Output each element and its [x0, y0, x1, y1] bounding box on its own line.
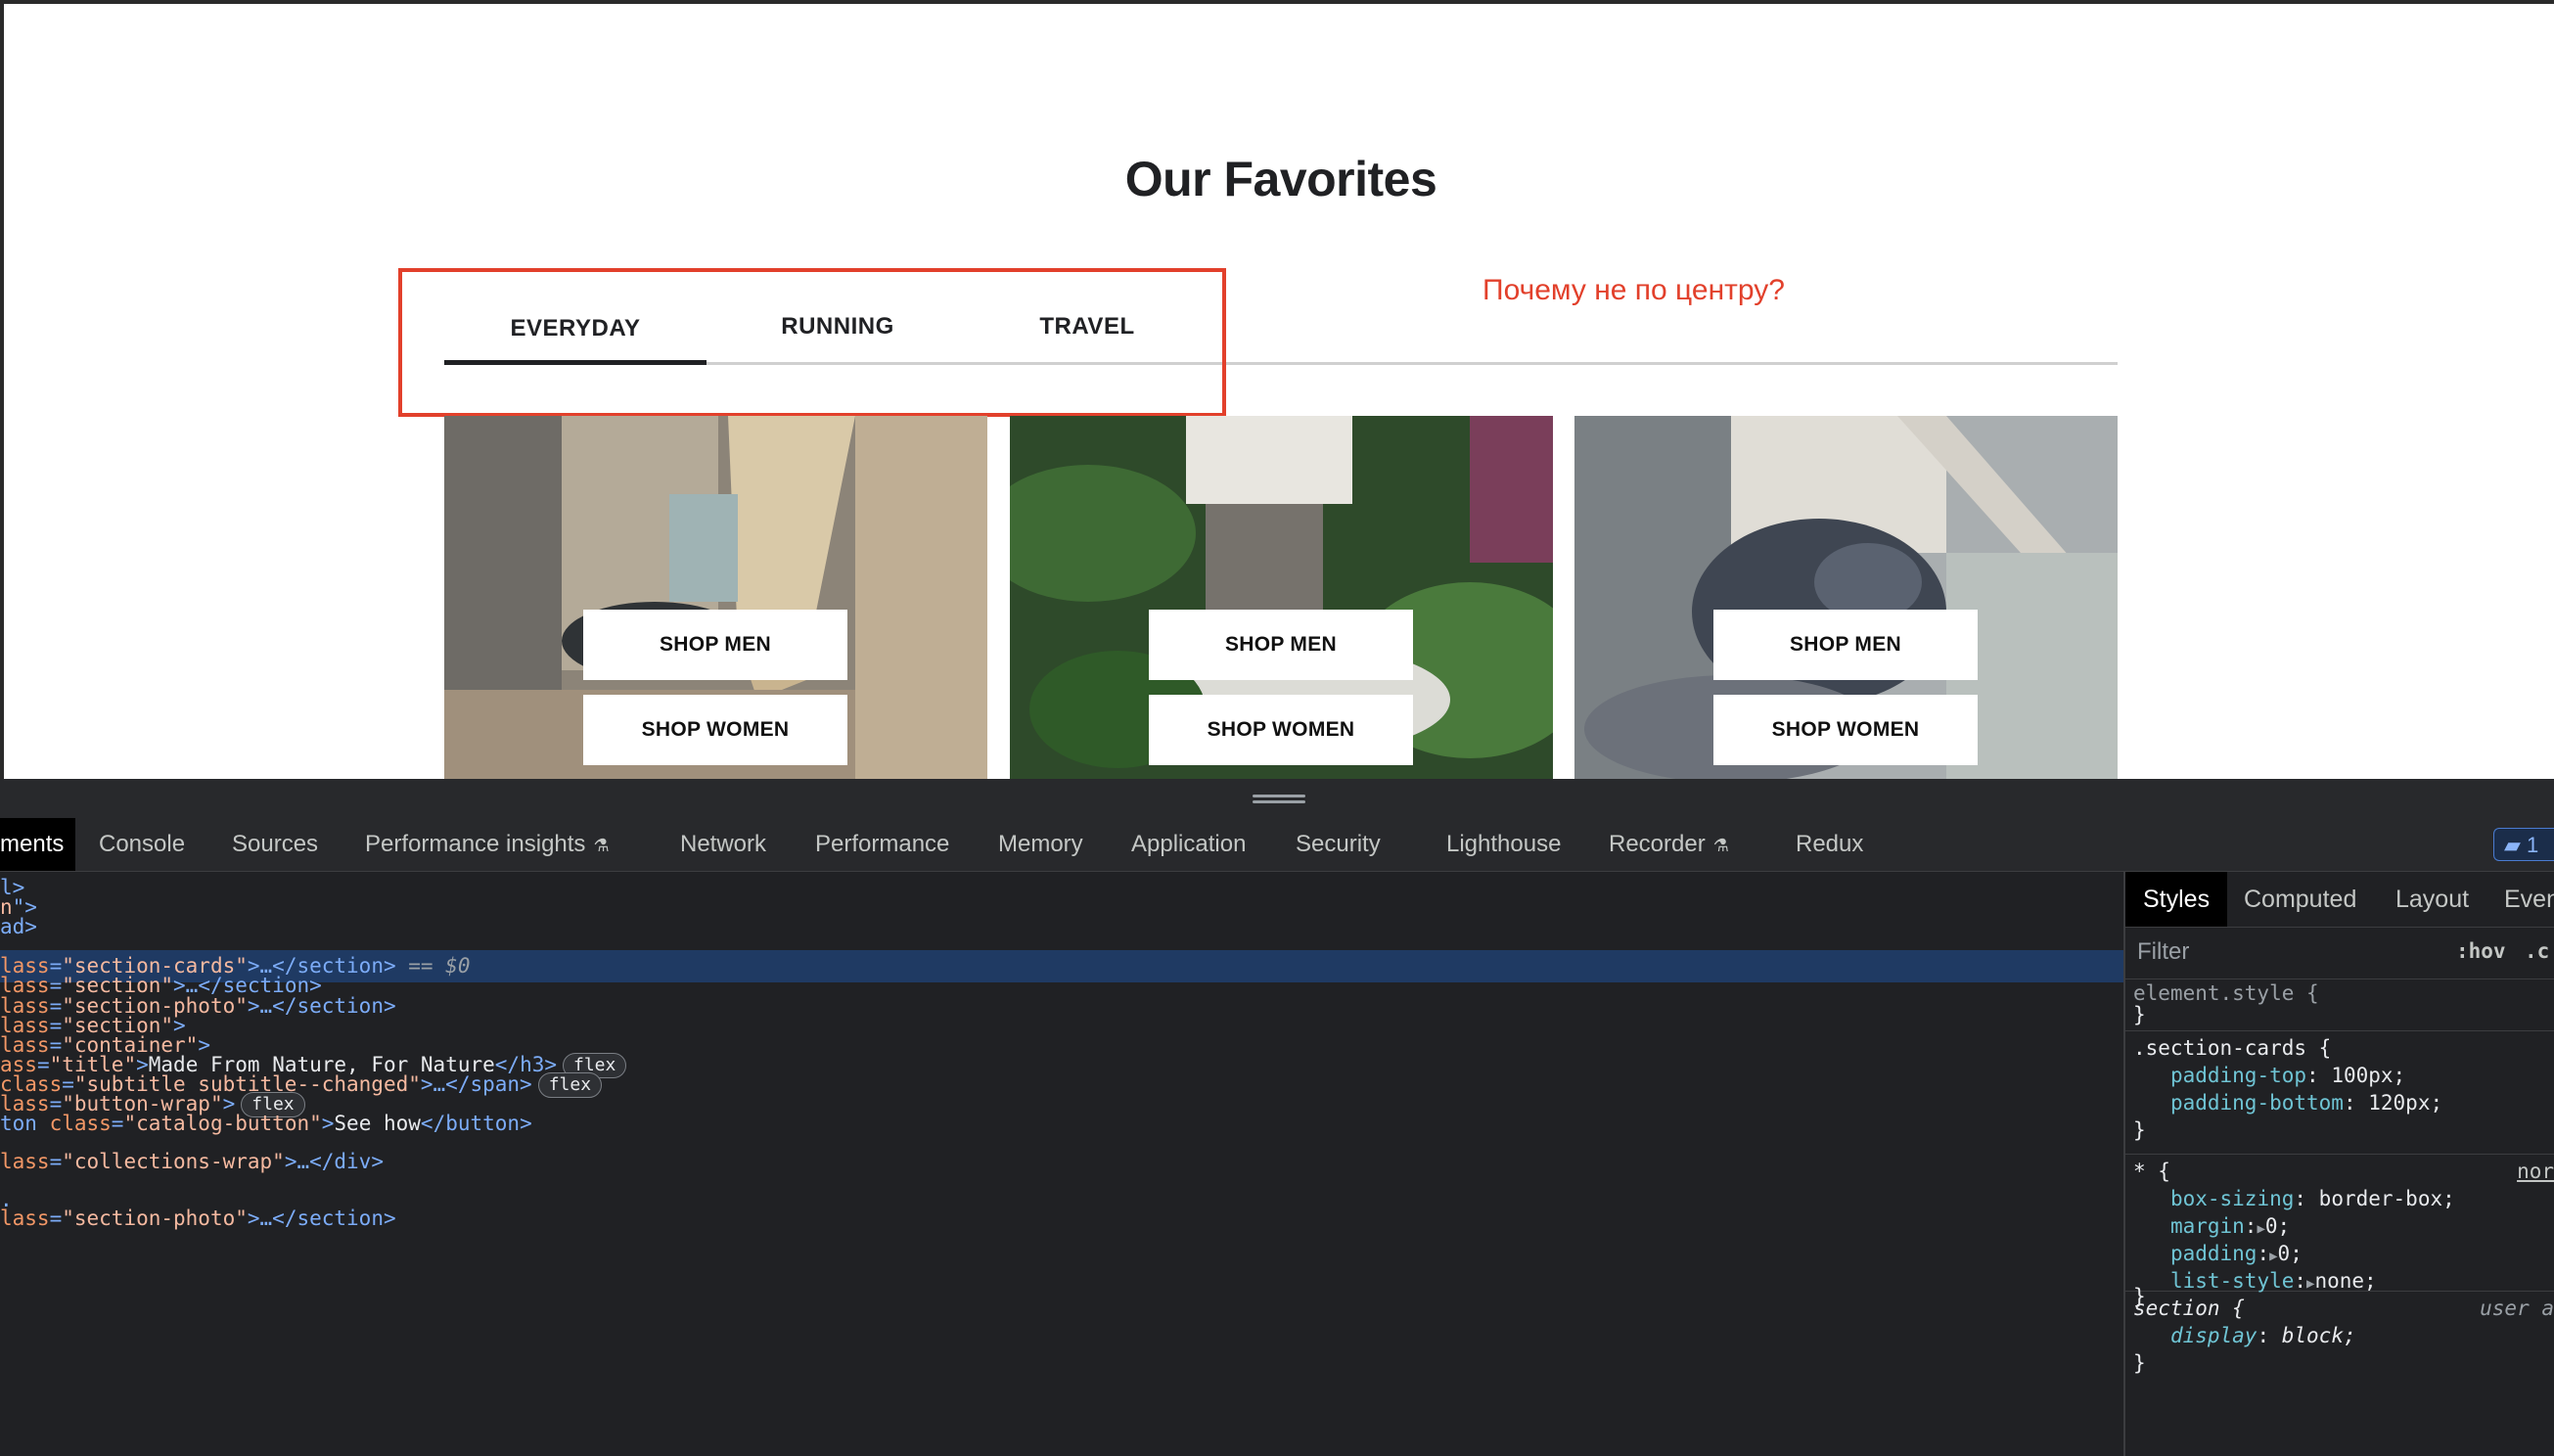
css-value[interactable]: border-box; [2319, 1187, 2455, 1210]
rule-close: } [2133, 1118, 2146, 1142]
annotation-highlight-box [398, 268, 1226, 417]
page-viewport: Our Favorites EVERYDAY RUNNING TRAVEL По… [0, 0, 2554, 779]
css-property[interactable]: box-sizing [2170, 1187, 2294, 1210]
shop-women-button[interactable]: SHOP WOMEN [1149, 695, 1413, 765]
css-value[interactable]: 0; [2278, 1242, 2303, 1265]
message-icon: ▰ [2504, 833, 2521, 857]
shop-men-button[interactable]: SHOP MEN [1713, 610, 1978, 680]
css-value: block; [2281, 1324, 2356, 1347]
page-title: Our Favorites [1124, 152, 1437, 206]
tab-security[interactable]: Security [1296, 818, 1381, 871]
css-value[interactable]: none; [2314, 1269, 2376, 1293]
dom-text: See how [334, 1112, 421, 1135]
dom-attr-name: lass [0, 1150, 50, 1173]
dom-tag: ton [0, 1112, 50, 1135]
dom-tag: >…</div> [284, 1150, 384, 1173]
styles-tabbar: Styles Computed Layout Even [2125, 872, 2554, 928]
issues-count: 1 [2527, 833, 2539, 857]
rule-selector[interactable]: * { [2133, 1160, 2170, 1183]
issues-badge[interactable]: ▰ 1 [2493, 828, 2554, 861]
tab-recorder[interactable]: Recorder ⚗ [1609, 818, 1729, 871]
tab-performance[interactable]: Performance [815, 818, 949, 871]
dom-attr-value: "collections-wrap" [62, 1150, 285, 1173]
tab-event-listeners[interactable]: Even [2504, 872, 2554, 927]
tab-layout[interactable]: Layout [2395, 872, 2469, 927]
css-property[interactable]: margin [2170, 1214, 2245, 1238]
rule-close: } [2133, 1351, 2146, 1375]
rule-close: } [2133, 1003, 2146, 1026]
product-card: SHOP MEN SHOP WOMEN [1574, 416, 2118, 779]
css-value[interactable]: 100px; [2331, 1064, 2405, 1087]
product-card: SHOP MEN SHOP WOMEN [1010, 416, 1553, 779]
css-property[interactable]: padding-bottom [2170, 1091, 2344, 1115]
tab-network[interactable]: Network [680, 818, 766, 871]
rule-selector: element.style { [2133, 981, 2319, 1005]
drag-handle-icon[interactable] [1253, 795, 1305, 804]
hov-toggle[interactable]: :hov [2456, 939, 2506, 963]
rule-source-link[interactable]: nor [2517, 1158, 2554, 1185]
rule-section-cards: .section-cards { padding-top: 100px; pad… [2125, 1034, 2554, 1155]
experiment-flask-icon: ⚗ [1712, 836, 1729, 855]
css-value[interactable]: 0; [2265, 1214, 2290, 1238]
rule-selector[interactable]: .section-cards { [2133, 1036, 2331, 1060]
dom-node[interactable]: lass="section-photo">…</section> [0, 1203, 2123, 1235]
tab-label: Performance insights [365, 831, 586, 857]
rule-element-style: element.style { } [2125, 979, 2554, 1031]
dom-attr-name: lass [0, 1206, 50, 1230]
dom-attr-value: "section-photo" [62, 1206, 248, 1230]
expand-triangle-icon[interactable]: ▶ [2257, 1221, 2264, 1237]
shop-women-button[interactable]: SHOP WOMEN [583, 695, 847, 765]
rule-section-ua: user a section { display: block; } [2133, 1297, 2554, 1375]
styles-pane: Styles Computed Layout Even :hov .c elem… [2125, 872, 2554, 1456]
tab-console[interactable]: Console [99, 818, 185, 871]
css-property[interactable]: padding [2170, 1242, 2258, 1265]
tab-label: Recorder [1609, 831, 1706, 857]
css-value[interactable]: 120px; [2368, 1091, 2442, 1115]
styles-filter-row: :hov .c [2125, 928, 2554, 979]
tab-sources[interactable]: Sources [232, 818, 318, 871]
dom-tag: </button> [420, 1112, 532, 1135]
rule-universal: nor * { box-sizing: border-box; margin:▶… [2125, 1158, 2554, 1308]
dom-tree: l> n"> ad> lass="section-cards">…</secti… [0, 872, 2123, 1456]
devtools-tabbar: ments Console Sources Performance insigh… [0, 818, 2554, 872]
dom-node[interactable]: lass="collections-wrap">…</div> [0, 1146, 2123, 1178]
dom-node[interactable]: ton class="catalog-button">See how</butt… [0, 1108, 2123, 1140]
dom-attr-value: "catalog-button" [123, 1112, 322, 1135]
shop-women-button[interactable]: SHOP WOMEN [1713, 695, 1978, 765]
tab-lighthouse[interactable]: Lighthouse [1446, 818, 1561, 871]
tab-redux[interactable]: Redux [1796, 818, 1863, 871]
rule-selector: section { [2133, 1297, 2245, 1320]
tab-application[interactable]: Application [1131, 818, 1246, 871]
devtools-panel: ments Console Sources Performance insigh… [0, 779, 2554, 1456]
css-property[interactable]: padding-top [2170, 1064, 2306, 1087]
experiment-flask-icon: ⚗ [593, 836, 610, 855]
annotation-note: Почему не по центру? [1482, 274, 1785, 306]
dom-attr-name: class [49, 1112, 112, 1135]
tab-memory[interactable]: Memory [998, 818, 1083, 871]
css-property[interactable]: list-style [2170, 1269, 2294, 1293]
devtools-resize-bar[interactable] [0, 779, 2554, 819]
dom-node[interactable]: ad> [0, 911, 2123, 943]
product-card: SHOP MEN SHOP WOMEN [444, 416, 987, 779]
tab-computed[interactable]: Computed [2244, 872, 2356, 927]
styles-filter-input[interactable] [2125, 933, 2439, 971]
dom-tag: ad> [0, 915, 37, 938]
tab-performance-insights[interactable]: Performance insights ⚗ [365, 818, 610, 871]
shop-men-button[interactable]: SHOP MEN [583, 610, 847, 680]
tab-elements[interactable]: ments [0, 818, 76, 871]
rule-origin-label: user a [2480, 1297, 2554, 1320]
cls-toggle[interactable]: .c [2525, 939, 2549, 963]
css-property: display [2169, 1324, 2258, 1347]
tab-styles[interactable]: Styles [2125, 872, 2228, 927]
dom-tag: >…</section> [247, 1206, 396, 1230]
expand-triangle-icon[interactable]: ▶ [2269, 1249, 2277, 1264]
shop-men-button[interactable]: SHOP MEN [1149, 610, 1413, 680]
